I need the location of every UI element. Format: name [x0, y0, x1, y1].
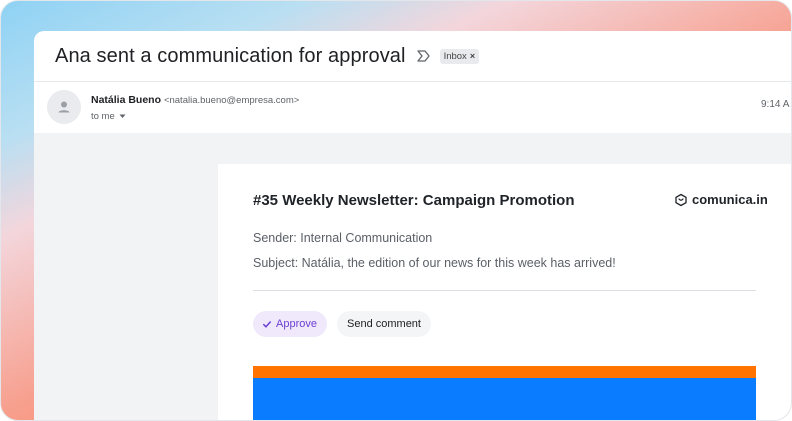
important-marker-icon[interactable] — [416, 49, 432, 63]
comunica-logo-icon — [675, 193, 687, 206]
newsletter-title: #35 Weekly Newsletter: Campaign Promotio… — [253, 192, 575, 209]
sender-name: Natália Bueno — [91, 94, 162, 106]
banner-orange-stripe — [253, 366, 756, 378]
banner-blue-block — [253, 378, 756, 420]
email-subject-bar: Ana sent a communication for approval In… — [34, 31, 791, 82]
recipient-text: to me — [91, 111, 115, 122]
email-subject: Ana sent a communication for approval — [55, 44, 406, 67]
divider — [253, 290, 756, 291]
sender-email: <natalia.bueno@empresa.com> — [163, 95, 300, 106]
approve-label: Approve — [276, 318, 317, 330]
email-window: Ana sent a communication for approval In… — [34, 31, 791, 420]
screenshot-frame: Ana sent a communication for approval In… — [0, 0, 792, 421]
newsletter-card: #35 Weekly Newsletter: Campaign Promotio… — [218, 164, 791, 420]
chevron-down-icon — [119, 114, 126, 118]
brand-name: comunica.in — [692, 192, 768, 207]
inbox-label-text: Inbox — [443, 50, 467, 62]
recipient-dropdown[interactable]: to me — [91, 111, 126, 122]
subject-line: Subject: Natália, the edition of our new… — [253, 256, 616, 270]
avatar[interactable] — [47, 90, 81, 124]
brand-logo: comunica.in — [674, 192, 768, 207]
check-icon — [263, 320, 271, 328]
newsletter-banner — [253, 366, 756, 420]
remove-label-icon[interactable]: × — [470, 51, 475, 61]
sender-line: Sender: Internal Communication — [253, 231, 433, 245]
person-icon — [58, 101, 70, 113]
email-time: 9:14 A — [761, 99, 790, 110]
sender-info: Natália Bueno <natalia.bueno@empresa.com… — [91, 94, 299, 106]
sender-row: Natália Bueno <natalia.bueno@empresa.com… — [34, 83, 791, 133]
send-comment-button[interactable]: Send comment — [337, 311, 431, 337]
email-body: #35 Weekly Newsletter: Campaign Promotio… — [34, 133, 791, 420]
send-comment-label: Send comment — [347, 318, 421, 330]
inbox-label-chip[interactable]: Inbox × — [439, 48, 480, 64]
approve-button[interactable]: Approve — [253, 311, 327, 337]
